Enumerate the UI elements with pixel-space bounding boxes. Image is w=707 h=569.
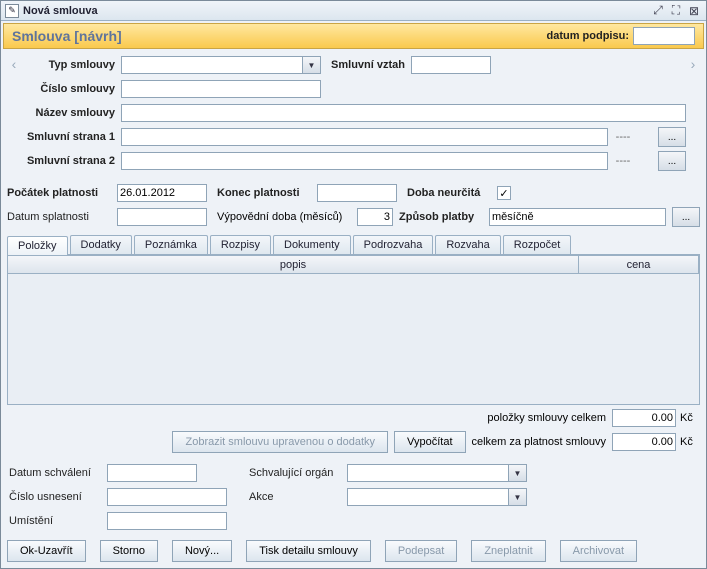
tab-poznamka[interactable]: Poznámka xyxy=(134,235,208,254)
pocatek-input[interactable] xyxy=(118,185,207,201)
prev-icon[interactable]: ‹ xyxy=(7,55,21,73)
grid-body[interactable] xyxy=(8,274,699,404)
smluvni-vztah-label: Smluvní vztah xyxy=(321,59,411,71)
akce-combo[interactable]: ▼ xyxy=(347,488,527,506)
items-total-unit: Kč xyxy=(680,412,700,424)
typ-smlouvy-label: Typ smlouvy xyxy=(21,59,121,71)
ok-button[interactable]: Ok-Uzavřít xyxy=(7,540,86,562)
period-total-value[interactable] xyxy=(612,433,676,451)
cislo-smlouvy-label: Číslo smlouvy xyxy=(21,83,121,95)
akce-input[interactable] xyxy=(348,489,508,505)
pocatek-label: Počátek platnosti xyxy=(7,187,117,199)
items-grid[interactable]: popis cena xyxy=(7,255,700,405)
tab-rozpisy[interactable]: Rozpisy xyxy=(210,235,271,254)
calculate-button[interactable]: Vypočítat xyxy=(394,431,465,453)
tabs: Položky Dodatky Poznámka Rozpisy Dokumen… xyxy=(7,235,700,255)
zneplatnit-button[interactable]: Zneplatnit xyxy=(471,540,545,562)
akce-label: Akce xyxy=(247,491,347,503)
strana1-label: Smluvní strana 1 xyxy=(21,131,121,143)
header-strip: Smlouva [návrh] datum podpisu: xyxy=(3,23,704,49)
strana2-dash: ---- xyxy=(608,155,638,167)
splatnost-input[interactable] xyxy=(118,209,207,225)
umisteni-label: Umístění xyxy=(7,515,107,527)
konec-label: Konec platnosti xyxy=(217,187,317,199)
datum-schvaleni-label: Datum schválení xyxy=(7,467,107,479)
usneseni-label: Číslo usnesení xyxy=(7,491,107,503)
period-total-unit: Kč xyxy=(680,436,700,448)
pocatek-date[interactable]: ▼ xyxy=(117,184,207,202)
cislo-smlouvy-input[interactable] xyxy=(121,80,321,98)
chevron-down-icon[interactable]: ▼ xyxy=(302,57,320,73)
tab-polozky[interactable]: Položky xyxy=(7,236,68,255)
period-total-label: celkem za platnost smlouvy xyxy=(472,436,607,448)
splatnost-date[interactable]: ▼ xyxy=(117,208,207,226)
datum-schvaleni-input[interactable] xyxy=(108,465,197,481)
tisk-button[interactable]: Tisk detailu smlouvy xyxy=(246,540,371,562)
storno-button[interactable]: Storno xyxy=(100,540,158,562)
strana2-browse-button[interactable]: ... xyxy=(658,151,686,171)
strana1-input[interactable] xyxy=(121,128,608,146)
nazev-smlouvy-input[interactable] xyxy=(121,104,686,122)
window-title: Nová smlouva xyxy=(23,5,648,17)
tab-dodatky[interactable]: Dodatky xyxy=(70,235,132,254)
show-adjusted-button[interactable]: Zobrazit smlouvu upravenou o dodatky xyxy=(172,431,388,453)
neurc-label: Doba neurčitá xyxy=(407,187,497,199)
typ-smlouvy-combo[interactable]: ▼ xyxy=(121,56,321,74)
organ-label: Schvalující orgán xyxy=(247,467,347,479)
vypovedni-label: Výpovědní doba (měsíců) xyxy=(217,211,357,223)
window: ✎ Nová smlouva ⤢ ⛶ ⊠ Smlouva [návrh] dat… xyxy=(0,0,707,569)
button-bar: Ok-Uzavřít Storno Nový... Tisk detailu s… xyxy=(7,540,700,562)
konec-date[interactable]: ▼ xyxy=(317,184,397,202)
archivovat-button[interactable]: Archivovat xyxy=(560,540,637,562)
nazev-smlouvy-label: Název smlouvy xyxy=(21,107,121,119)
podepsat-button[interactable]: Podepsat xyxy=(385,540,457,562)
zpusob-input[interactable] xyxy=(489,208,666,226)
minimize-icon[interactable]: ⤢ xyxy=(650,4,666,18)
strana1-dash: ---- xyxy=(608,131,638,143)
items-total-label: položky smlouvy celkem xyxy=(487,412,606,424)
neurc-checkbox[interactable]: ✓ xyxy=(497,186,511,200)
document-icon: ✎ xyxy=(5,4,19,18)
vypovedni-input[interactable] xyxy=(357,208,393,226)
titlebar: ✎ Nová smlouva ⤢ ⛶ ⊠ xyxy=(1,1,706,21)
tab-podrozvaha[interactable]: Podrozvaha xyxy=(353,235,434,254)
next-icon[interactable]: › xyxy=(686,55,700,73)
tab-rozpocet[interactable]: Rozpočet xyxy=(503,235,571,254)
usneseni-input[interactable] xyxy=(107,488,227,506)
col-cena[interactable]: cena xyxy=(579,256,699,273)
tab-rozvaha[interactable]: Rozvaha xyxy=(435,235,500,254)
close-icon[interactable]: ⊠ xyxy=(686,4,702,18)
zpusob-label: Způsob platby xyxy=(399,211,489,223)
sign-date-input[interactable] xyxy=(633,27,695,45)
chevron-down-icon[interactable]: ▼ xyxy=(508,465,526,481)
datum-schvaleni-combo[interactable]: ▼ xyxy=(107,464,197,482)
sign-date-label: datum podpisu: xyxy=(547,30,630,42)
umisteni-input[interactable] xyxy=(107,512,227,530)
col-popis[interactable]: popis xyxy=(8,256,579,273)
strana1-browse-button[interactable]: ... xyxy=(658,127,686,147)
maximize-icon[interactable]: ⛶ xyxy=(668,4,684,18)
organ-input[interactable] xyxy=(348,465,508,481)
chevron-down-icon[interactable]: ▼ xyxy=(508,489,526,505)
konec-input[interactable] xyxy=(318,185,397,201)
strana2-label: Smluvní strana 2 xyxy=(21,155,121,167)
smluvni-vztah-combo[interactable]: ▼ xyxy=(411,56,491,74)
zpusob-browse-button[interactable]: ... xyxy=(672,207,700,227)
novy-button[interactable]: Nový... xyxy=(172,540,232,562)
items-total-value[interactable] xyxy=(612,409,676,427)
splatnost-label: Datum splatnosti xyxy=(7,211,117,223)
strana2-input[interactable] xyxy=(121,152,608,170)
grid-header: popis cena xyxy=(8,256,699,274)
tab-dokumenty[interactable]: Dokumenty xyxy=(273,235,351,254)
typ-smlouvy-input[interactable] xyxy=(122,57,302,73)
page-title: Smlouva [návrh] xyxy=(12,28,547,44)
smluvni-vztah-input[interactable] xyxy=(412,57,491,73)
organ-combo[interactable]: ▼ xyxy=(347,464,527,482)
